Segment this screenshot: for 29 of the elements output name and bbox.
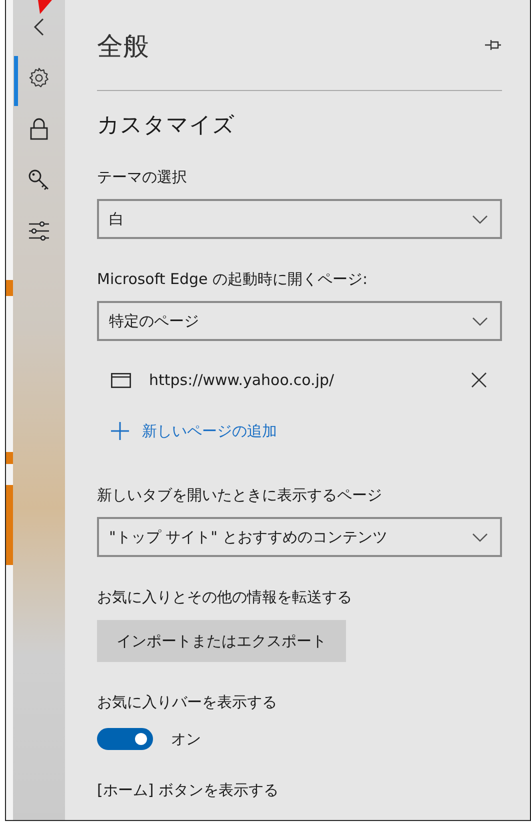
plus-icon	[111, 422, 129, 440]
section-title: カスタマイズ	[97, 112, 236, 140]
setting-label: Microsoft Edge の起動時に開くページ:	[97, 269, 369, 289]
toggle-state-text: オン	[171, 730, 201, 748]
setting-label: お気に入りバーを表示する	[97, 692, 278, 712]
setting-label: テーマの選択	[97, 167, 188, 187]
panel-title: 全般	[97, 30, 149, 64]
setting-label: 新しいタブを開いたときに表示するページ	[97, 485, 383, 505]
setting-label: お気に入りとその他の情報を転送する	[97, 587, 353, 607]
setting-label: [ホーム] ボタンを表示する	[97, 780, 280, 800]
dropdown[interactable]: "トップ サイト" とおすすめのコンテンツ	[97, 517, 502, 557]
pin-icon[interactable]	[484, 39, 502, 51]
settings-icon[interactable]	[28, 66, 50, 88]
import-export-button[interactable]: インポートまたはエクスポート	[97, 620, 346, 662]
lock-icon[interactable]	[30, 118, 48, 140]
back-icon[interactable]	[33, 18, 45, 36]
sliders-icon[interactable]	[28, 220, 50, 240]
page-url: https://www.yahoo.co.jp/	[149, 371, 336, 389]
pointer-arrow-icon	[36, 0, 52, 14]
chevron-down-icon	[472, 316, 488, 326]
chevron-down-icon	[472, 214, 488, 224]
dropdown[interactable]: 白	[97, 199, 502, 239]
window-icon	[111, 372, 131, 388]
toggle-switch[interactable]	[97, 728, 153, 750]
chevron-down-icon	[472, 532, 488, 542]
dropdown[interactable]: 特定のページ	[97, 301, 502, 341]
add-page-link[interactable]: 新しいページの追加	[97, 422, 277, 440]
close-icon[interactable]	[471, 372, 487, 388]
key-icon[interactable]	[28, 168, 50, 190]
